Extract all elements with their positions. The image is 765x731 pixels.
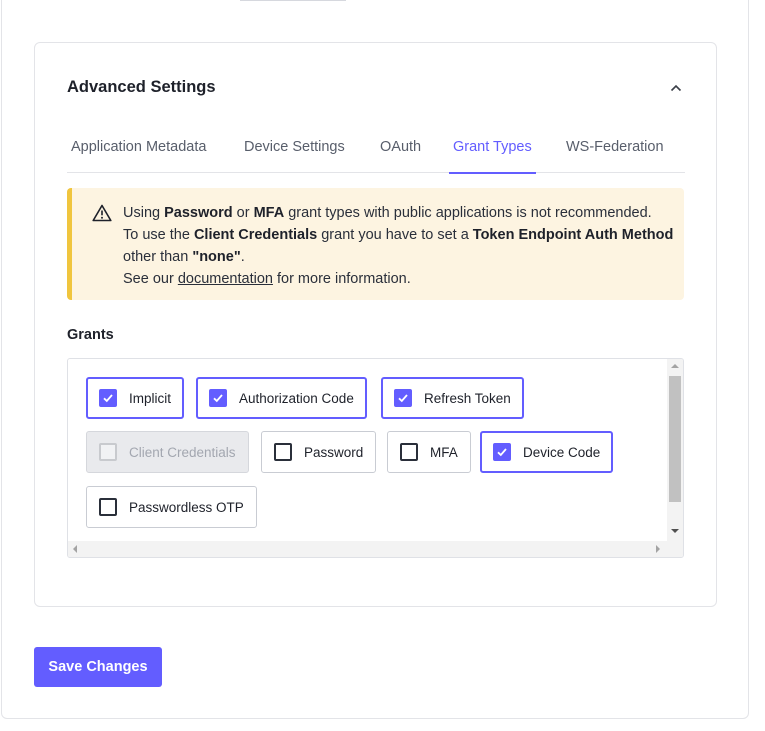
tab-grant-types[interactable]: Grant Types xyxy=(449,139,536,174)
alert-bold: Password xyxy=(164,205,233,221)
tab-application-metadata[interactable]: Application Metadata xyxy=(71,139,206,173)
alert-line-2: To use the Client Credentials grant you … xyxy=(123,224,678,268)
grant-warning-alert: Using Password or MFA grant types with p… xyxy=(67,188,684,300)
grant-mfa[interactable]: MFA xyxy=(387,431,471,473)
scroll-up-arrow-icon[interactable] xyxy=(671,364,679,368)
alert-bold: Token Endpoint Auth Method xyxy=(472,227,674,243)
checkbox[interactable] xyxy=(209,389,227,407)
grant-label: Password xyxy=(304,444,364,460)
checkbox[interactable] xyxy=(99,389,117,407)
grant-label: Authorization Code xyxy=(239,390,354,406)
checkbox[interactable] xyxy=(99,498,117,516)
alert-text: . xyxy=(240,249,245,265)
grant-label: Device Code xyxy=(523,444,601,460)
grant-authorization-code[interactable]: Authorization Code xyxy=(196,377,367,419)
alert-text: grant types with public applications is … xyxy=(284,205,652,221)
grants-list: Implicit Authorization Code Refresh Toke… xyxy=(67,358,684,558)
checkbox[interactable] xyxy=(400,443,418,461)
grant-label: MFA xyxy=(430,444,458,460)
alert-message: Using Password or MFA grant types with p… xyxy=(123,202,678,290)
checkbox[interactable] xyxy=(493,443,511,461)
documentation-link[interactable]: documentation xyxy=(178,271,273,287)
checkmark-icon xyxy=(398,394,408,403)
alert-text: To use the xyxy=(123,227,194,243)
alert-text: or xyxy=(232,205,254,221)
vertical-scrollbar[interactable] xyxy=(667,359,683,542)
alert-line-3: See our documentation for more informati… xyxy=(123,268,678,290)
grant-implicit[interactable]: Implicit xyxy=(86,377,185,419)
alert-bold: MFA xyxy=(253,205,285,221)
checkbox[interactable] xyxy=(274,443,292,461)
grant-label: Implicit xyxy=(129,390,172,406)
grant-label: Passwordless OTP xyxy=(129,499,244,515)
horizontal-scrollbar[interactable] xyxy=(68,541,683,557)
advanced-settings-tabs: Application Metadata Device Settings OAu… xyxy=(67,125,685,174)
grant-passwordless-otp[interactable]: Passwordless OTP xyxy=(86,486,257,528)
grant-refresh-token[interactable]: Refresh Token xyxy=(381,377,524,419)
checkbox[interactable] xyxy=(394,389,412,407)
checkmark-icon xyxy=(213,394,223,403)
advanced-settings-panel: Advanced Settings Application Metadata D… xyxy=(34,42,717,607)
checkbox xyxy=(99,443,117,461)
advanced-settings-title: Advanced Settings xyxy=(67,78,216,96)
grant-label: Client Credentials xyxy=(129,444,236,460)
collapse-button[interactable] xyxy=(663,75,689,101)
grant-password[interactable]: Password xyxy=(261,431,377,473)
alert-line-1: Using Password or MFA grant types with p… xyxy=(123,202,678,224)
checkmark-icon xyxy=(497,448,507,457)
alert-text: Using xyxy=(123,205,165,221)
grant-client-credentials: Client Credentials xyxy=(86,431,249,473)
alert-text: grant you have to set a xyxy=(317,227,473,243)
vertical-scroll-thumb[interactable] xyxy=(669,376,681,502)
grants-label: Grants xyxy=(67,327,114,343)
grant-label: Refresh Token xyxy=(424,390,511,406)
previous-section-divider xyxy=(240,0,346,1)
tab-oauth[interactable]: OAuth xyxy=(380,139,421,173)
save-changes-button[interactable]: Save Changes xyxy=(34,647,162,687)
checkmark-icon xyxy=(103,394,113,403)
alert-bold: Client Credentials xyxy=(193,227,318,243)
warning-triangle-icon xyxy=(92,204,112,222)
alert-text: for more information. xyxy=(272,271,411,287)
alert-text: See our xyxy=(123,271,178,287)
scroll-down-arrow-icon[interactable] xyxy=(671,529,679,533)
grant-device-code[interactable]: Device Code xyxy=(480,431,614,473)
tab-device-settings[interactable]: Device Settings xyxy=(244,139,345,173)
tab-ws-federation[interactable]: WS-Federation xyxy=(566,139,664,173)
scroll-left-arrow-icon[interactable] xyxy=(73,545,77,553)
alert-bold: "none" xyxy=(192,249,241,265)
alert-text: other than xyxy=(123,249,193,265)
scroll-right-arrow-icon[interactable] xyxy=(656,545,660,553)
chevron-up-icon xyxy=(670,84,682,92)
